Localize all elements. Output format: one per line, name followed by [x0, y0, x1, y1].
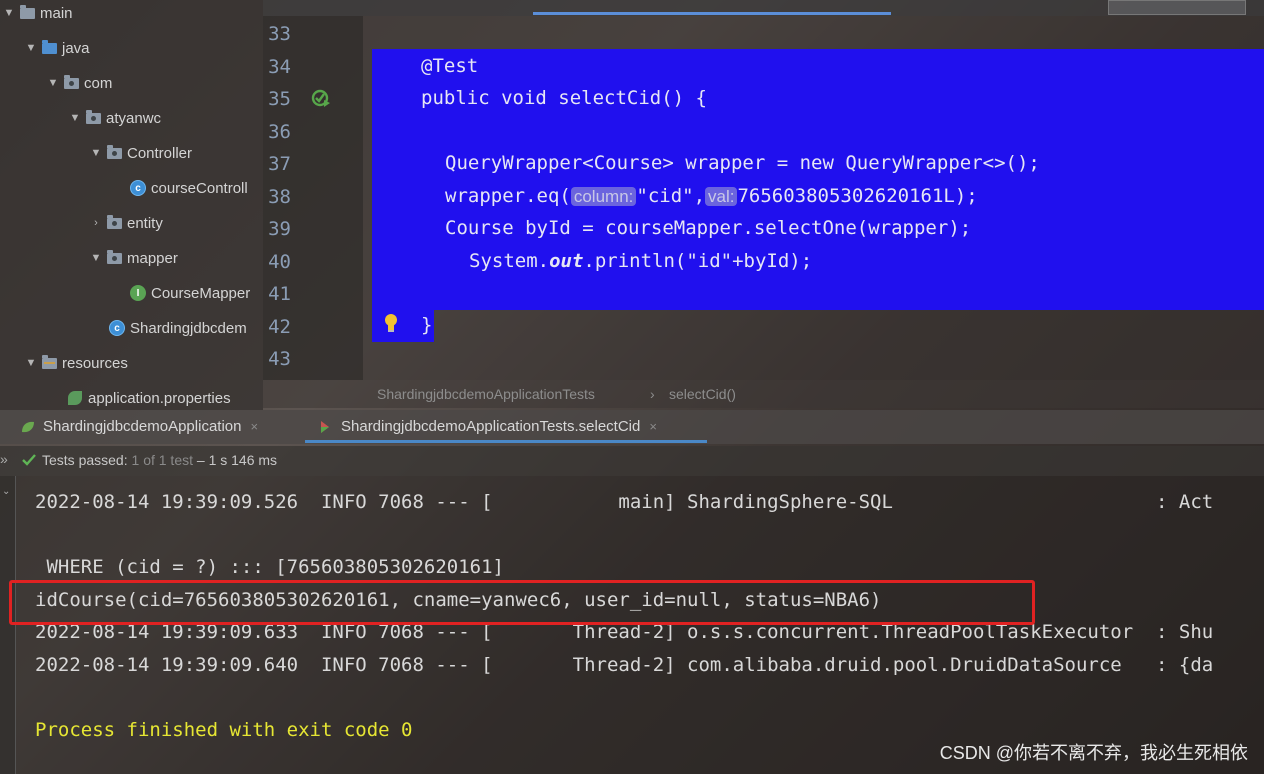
active-tab-indicator: [305, 440, 707, 443]
tree-item-atyanwc[interactable]: ▼ atyanwc: [68, 107, 161, 129]
chevron-down-icon[interactable]: ▼: [24, 357, 38, 369]
code-line: }: [421, 314, 433, 336]
tree-item-java[interactable]: ▼ java: [24, 37, 90, 59]
editor-gutter: 33 34 35 36 37 38 39 40 41 42 43: [263, 16, 363, 380]
package-icon: [64, 74, 79, 89]
lightbulb-icon[interactable]: [383, 313, 399, 333]
tree-item-application-class[interactable]: c Shardingjdbcdem: [109, 317, 247, 339]
package-icon: [86, 109, 101, 124]
breadcrumb-separator: ›: [650, 386, 655, 402]
chevron-down-icon[interactable]: ▼: [24, 42, 38, 54]
spring-boot-icon: [22, 421, 34, 432]
parameter-hint: val:: [705, 187, 738, 206]
console-exit-line: Process finished with exit code 0: [35, 719, 413, 741]
breadcrumb-method[interactable]: selectCid(): [669, 386, 736, 402]
package-icon: [107, 249, 122, 264]
console-line: 2022-08-14 19:39:09.526 INFO 7068 --- [ …: [35, 491, 1214, 513]
folder-icon: [20, 4, 35, 19]
line-number: 34: [268, 56, 291, 78]
run-tab-tests[interactable]: ShardingjdbcdemoApplicationTests.selectC…: [318, 418, 657, 435]
project-tree: ▼ main ▼ java ▼ com ▼ atyanwc ▼ Controll…: [0, 0, 263, 410]
chevron-down-icon[interactable]: ▼: [46, 77, 60, 89]
line-number: 36: [268, 121, 291, 143]
tree-item-application-properties[interactable]: application.properties: [68, 387, 231, 409]
breadcrumb: ShardingjdbcdemoApplicationTests › selec…: [263, 380, 1264, 408]
chevron-down-icon[interactable]: ▼: [89, 147, 103, 159]
properties-file-icon: [68, 391, 82, 405]
code-line: @Test: [421, 55, 479, 77]
line-number: 43: [268, 348, 291, 370]
check-icon: [22, 454, 36, 466]
tree-item-controller[interactable]: ▼ Controller: [89, 142, 192, 164]
close-icon[interactable]: ×: [649, 419, 657, 434]
package-icon: [107, 144, 122, 159]
expand-chevrons-icon[interactable]: »: [0, 451, 8, 467]
annotation-highlight-box: [9, 580, 1035, 625]
console-gutter: ⌄: [0, 476, 16, 774]
editor-active-tab-indicator: [533, 12, 891, 15]
code-line: QueryWrapper<Course> wrapper = new Query…: [445, 152, 1040, 174]
test-run-icon: [321, 420, 329, 433]
code-line: public void selectCid() {: [421, 87, 707, 109]
resources-folder-icon: [42, 354, 57, 369]
chevron-down-icon[interactable]: ▼: [89, 252, 103, 264]
console-line: WHERE (cid = ?) ::: [765603805302620161]: [35, 556, 504, 578]
run-test-icon[interactable]: [311, 88, 331, 108]
parameter-hint: column:: [570, 187, 637, 206]
close-icon[interactable]: ×: [250, 419, 258, 434]
watermark: CSDN @你若不离不弃，我必生死相依: [939, 743, 1248, 763]
tree-item-main[interactable]: ▼ main: [2, 2, 73, 24]
chevron-down-icon[interactable]: ▼: [2, 7, 16, 19]
console-line: 2022-08-14 19:39:09.640 INFO 7068 --- [ …: [35, 654, 1214, 676]
test-status-bar: » Tests passed: 1 of 1 test – 1 s 146 ms: [0, 446, 1264, 476]
editor-scrollbar-thumb[interactable]: [1108, 0, 1246, 15]
line-number: 35: [268, 88, 291, 110]
line-number: 38: [268, 186, 291, 208]
code-line: Course byId = courseMapper.selectOne(wra…: [445, 217, 972, 239]
source-folder-icon: [42, 39, 57, 54]
tree-item-coursecontroller[interactable]: c courseControll: [130, 177, 248, 199]
tree-item-entity[interactable]: › entity: [89, 212, 163, 234]
run-tab-application[interactable]: ShardingjdbcdemoApplication ×: [20, 418, 258, 435]
line-number: 39: [268, 218, 291, 240]
line-number: 37: [268, 153, 291, 175]
chevron-right-icon[interactable]: ›: [89, 217, 103, 229]
tests-passed-label: Tests passed: 1 of 1 test – 1 s 146 ms: [42, 452, 278, 468]
code-line: System.out.println("id"+byId);: [469, 250, 813, 272]
package-icon: [107, 214, 122, 229]
chevron-down-icon[interactable]: ▼: [68, 112, 82, 124]
breadcrumb-class[interactable]: ShardingjdbcdemoApplicationTests: [377, 386, 595, 402]
interface-icon: I: [130, 285, 146, 301]
line-number: 33: [268, 23, 291, 45]
chevron-down-icon[interactable]: ⌄: [2, 486, 10, 497]
line-number: 40: [268, 251, 291, 273]
tree-item-com[interactable]: ▼ com: [46, 72, 112, 94]
tree-item-mapper[interactable]: ▼ mapper: [89, 247, 178, 269]
line-number: 42: [268, 316, 291, 338]
tree-item-coursemapper[interactable]: I CourseMapper: [130, 282, 250, 304]
code-line: wrapper.eq(column: "cid", val: 765603805302…: [445, 185, 978, 207]
spring-class-icon: c: [109, 320, 125, 336]
run-tabs: ShardingjdbcdemoApplication × Shardingjd…: [0, 410, 1264, 444]
code-selection: [396, 49, 1264, 82]
tree-item-resources[interactable]: ▼ resources: [24, 352, 128, 374]
line-number: 41: [268, 283, 291, 305]
class-icon: c: [130, 180, 146, 196]
